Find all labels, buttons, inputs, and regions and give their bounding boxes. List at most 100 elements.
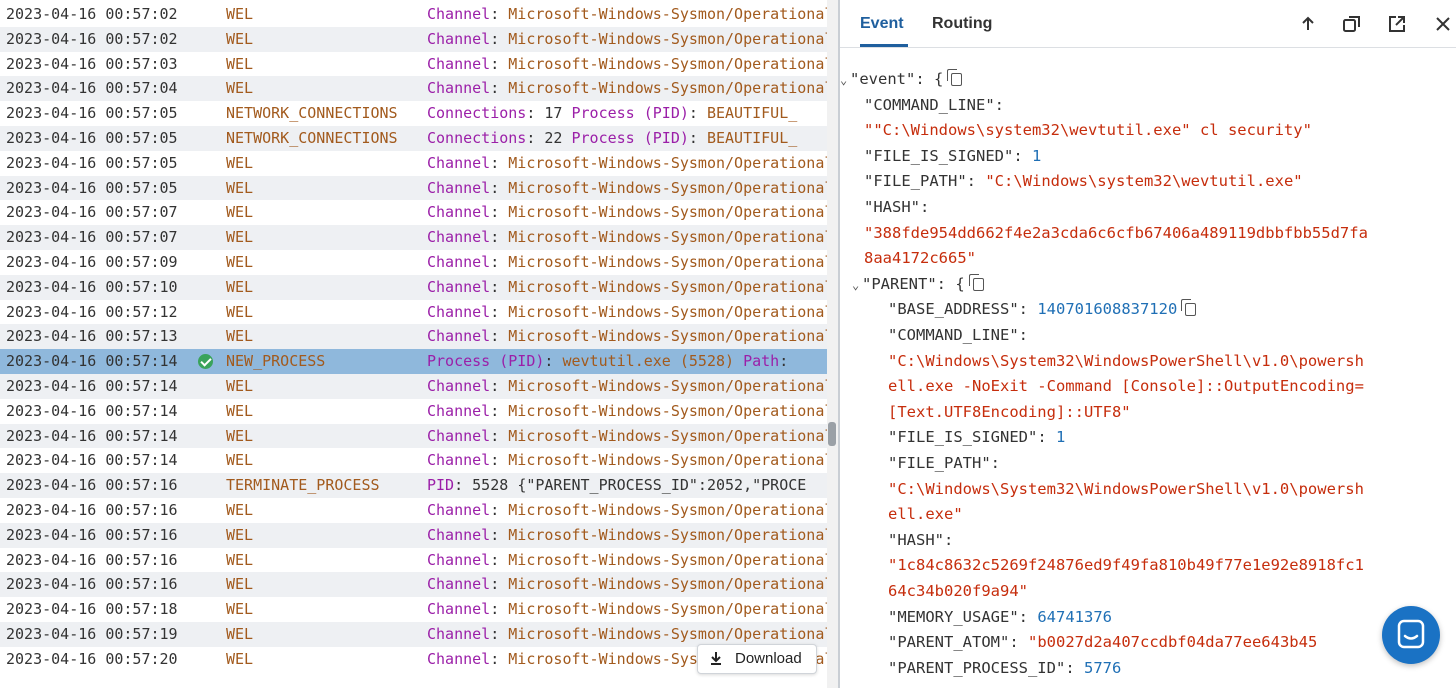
json-value: : { (936, 274, 965, 293)
log-summary: Channel: Microsoft-Windows-Sysmon/Operat… (427, 324, 827, 349)
log-timestamp: 2023-04-16 00:57:20 (6, 649, 178, 668)
log-field-value: : (490, 54, 509, 73)
log-row[interactable]: 2023-04-16 00:57:12 WEL Channel: Microsoft… (0, 300, 827, 325)
json-value: : (1018, 300, 1038, 319)
log-summary: Channel: Microsoft-Windows-Sysmon/Operat… (427, 448, 827, 473)
log-field-value: Microsoft-Windows-Sysmon/Operational (508, 600, 827, 619)
log-row[interactable]: 2023-04-16 00:57:02 WEL Channel: Microsoft… (0, 2, 827, 27)
log-summary: Channel: Microsoft-Windows-Sysmon/Operat… (427, 27, 827, 52)
log-row[interactable]: 2023-04-16 00:57:09 WEL Channel: Microsoft… (0, 250, 827, 275)
log-timestamp: 2023-04-16 00:57:14 (6, 401, 178, 420)
log-row[interactable]: 2023-04-16 00:57:16 WEL Channel: Microsoft… (0, 522, 827, 548)
json-line: ""C:\Windows\system32\wevtutil.exe" cl s… (864, 118, 1312, 144)
json-value: ell.exe -NoExit -Command [Console]::Outp… (888, 377, 1364, 396)
json-value: : { (915, 70, 944, 88)
log-timestamp: 2023-04-16 00:57:07 (6, 203, 178, 222)
log-event-type: TERMINATE_PROCESS (226, 476, 380, 495)
json-value: : (990, 454, 1000, 472)
log-summary: Channel: Microsoft-Windows-Sysmon/Operat… (427, 597, 827, 622)
log-scrollbar-thumb[interactable] (828, 422, 836, 446)
log-row[interactable]: 2023-04-16 00:57:14 NEW_PROCESS Process (P… (0, 349, 827, 374)
log-summary: Connections: 22 Process (PID): BEAUTIFUL… (427, 126, 797, 151)
arrow-up-icon[interactable] (1298, 14, 1318, 34)
log-row[interactable]: 2023-04-16 00:57:14 WEL Channel: Microsoft… (0, 374, 827, 399)
json-value: 5776 (1083, 658, 1122, 677)
copy-icon[interactable] (1181, 299, 1197, 317)
log-row[interactable]: 2023-04-16 00:57:07 WEL Channel: Microsoft… (0, 200, 827, 225)
log-row[interactable]: 2023-04-16 00:57:14 WEL Channel: Microsoft… (0, 399, 827, 424)
log-field-value: : (490, 575, 509, 594)
log-event-type: NETWORK_CONNECTIONS (226, 129, 398, 147)
log-field-value: : (490, 29, 509, 48)
json-line: "1c84c8632c5269f24876ed9f49fa810b49f77e1… (888, 553, 1364, 579)
log-scrollbar[interactable] (827, 0, 838, 688)
tab-event[interactable]: Event (860, 15, 904, 33)
log-row[interactable]: 2023-04-16 00:57:05 WEL Channel: Microsoft… (0, 175, 827, 201)
log-field-value: : (490, 600, 509, 619)
chevron-down-icon[interactable]: ⌄ (840, 68, 850, 94)
log-row[interactable]: 2023-04-16 00:57:05 WEL Channel: Microsoft… (0, 151, 827, 176)
log-summary: Channel: Microsoft-Windows-Sysmon/Operat… (427, 424, 827, 449)
log-field-key: Channel (427, 550, 491, 569)
log-field-value: : (490, 302, 509, 321)
log-summary: Process (PID): wevtutil.exe (5528) Path: (427, 349, 788, 374)
log-row[interactable]: 2023-04-16 00:57:18 WEL Channel: Microsoft… (0, 597, 827, 622)
log-field-key: Channel (427, 29, 491, 48)
chevron-down-icon[interactable]: ⌄ (852, 273, 862, 299)
log-row[interactable]: 2023-04-16 00:57:03 WEL Channel: Microsoft… (0, 52, 827, 77)
detail-tabs: Event Routing (840, 0, 1456, 48)
log-field-key: Path (743, 352, 780, 371)
log-timestamp: 2023-04-16 00:57:02 (6, 29, 178, 48)
check-circle-icon (198, 354, 213, 370)
log-row[interactable]: 2023-04-16 00:57:07 WEL Channel: Microsoft… (0, 225, 827, 250)
log-field-value: Microsoft-Windows-Sysmon/Operational (508, 302, 827, 321)
log-field-value: : (490, 5, 509, 23)
open-external-icon[interactable] (1387, 14, 1407, 34)
log-summary: Connections: 17 Process (PID): BEAUTIFUL… (427, 101, 797, 126)
log-row[interactable]: 2023-04-16 00:57:13 WEL Channel: Microsoft… (0, 324, 827, 350)
log-timestamp: 2023-04-16 00:57:10 (6, 277, 178, 296)
log-row[interactable]: 2023-04-16 00:57:10 WEL Channel: Microsoft… (0, 274, 827, 300)
json-line: "C:\Windows\System32\WindowsPowerShell\v… (888, 349, 1364, 375)
log-field-key: Channel (427, 377, 491, 395)
json-value: : (1037, 428, 1056, 447)
copy-icon[interactable] (947, 69, 963, 86)
log-timestamp: 2023-04-16 00:57:02 (6, 5, 178, 23)
log-row[interactable]: 2023-04-16 00:57:05 NETWORK_CONNECTIONS Co… (0, 101, 827, 126)
log-summary: Channel: Microsoft-Windows-Sysmon/Operat… (427, 300, 827, 325)
chat-launcher-button[interactable] (1382, 606, 1440, 664)
log-summary: Channel: Microsoft-Windows-Sysmon/Operat… (427, 498, 827, 523)
log-row[interactable]: 2023-04-16 00:57:14 WEL Channel: Microsoft… (0, 448, 827, 473)
log-field-key: Process (PID) (571, 129, 689, 147)
event-detail-panel: Event Routing ⌄ "event": {"COMMAND_LINE":… (840, 0, 1456, 688)
log-row[interactable]: 2023-04-16 00:57:16 WEL Channel: Microsoft… (0, 572, 827, 598)
log-summary: Channel: Microsoft-Windows-Sysmon/Operat… (427, 523, 827, 548)
tab-routing[interactable]: Routing (932, 15, 992, 33)
log-row[interactable]: 2023-04-16 00:57:05 NETWORK_CONNECTIONS Co… (0, 126, 827, 151)
log-field-key: Channel (427, 79, 491, 98)
log-summary: Channel: Microsoft-Windows-Sysmon/Operat… (427, 374, 827, 399)
log-row[interactable]: 2023-04-16 00:57:16 TERMINATE_PROCESS PID:… (0, 473, 827, 498)
log-field-value: Microsoft-Windows-Sysmon/Operational (508, 625, 827, 643)
log-row[interactable]: 2023-04-16 00:57:02 WEL Channel: Microsoft… (0, 26, 827, 52)
log-row[interactable]: 2023-04-16 00:57:04 WEL Channel: Microsoft… (0, 76, 827, 102)
close-icon[interactable] (1433, 14, 1453, 34)
log-field-key: Channel (427, 451, 491, 470)
log-row[interactable]: 2023-04-16 00:57:14 WEL Channel: Microsoft… (0, 423, 827, 449)
copy-icon[interactable] (968, 273, 984, 291)
log-timestamp: 2023-04-16 00:57:14 (6, 377, 178, 395)
log-field-key: Connections (427, 129, 527, 147)
log-field-value: Microsoft-Windows-Sysmon/Operational (508, 327, 827, 346)
log-row[interactable]: 2023-04-16 00:57:16 WEL Channel: Microsoft… (0, 548, 827, 573)
log-event-type: WEL (226, 277, 254, 296)
log-row[interactable]: 2023-04-16 00:57:16 WEL Channel: Microsoft… (0, 498, 827, 523)
json-value: 64741376 (1037, 607, 1112, 626)
download-button[interactable]: Download (697, 644, 817, 674)
log-summary: Channel: Microsoft-Windows-Sysmon/Operat… (427, 399, 827, 424)
copy-window-icon[interactable] (1342, 14, 1362, 34)
log-field-value: : (490, 451, 509, 470)
log-field-value: : (490, 228, 509, 247)
log-field-value: : (490, 625, 509, 643)
log-timestamp: 2023-04-16 00:57:13 (6, 327, 178, 346)
json-line: "FILE_PATH": (888, 451, 1000, 477)
